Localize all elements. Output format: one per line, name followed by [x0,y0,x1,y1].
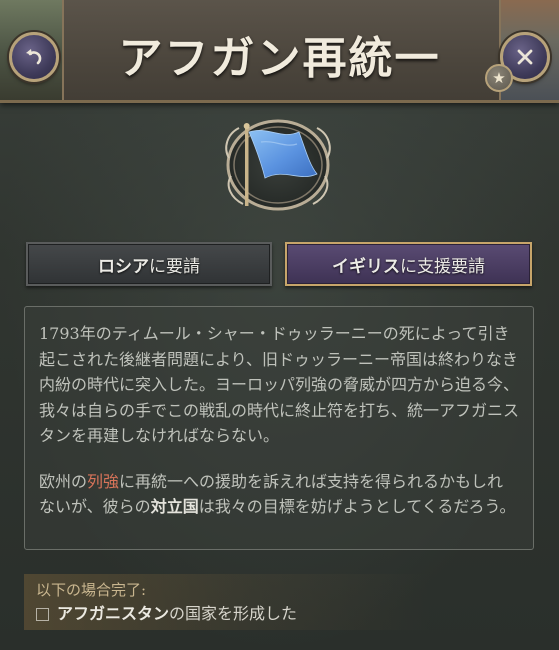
event-panel: アフガン再統一 ★ ロシア に要請 イギリス に支援要請 1793年のティムール… [0,0,559,650]
condition-text: の国家を形成した [169,604,298,623]
description-paragraph-1: 1793年のティムール・シャー・ドゥッラーニーの死によって引き起こされた後継者問… [39,324,520,445]
completion-condition: 以下の場合完了: アフガニスタン の国家を形成した [24,574,534,630]
page-title: アフガン再統一 [118,33,441,84]
request-britain-button[interactable]: イギリス に支援要請 [285,242,532,286]
description-paragraph-2: 欧州の列強に再統一への援助を訴えれば支持を得られるかもしれないが、彼らの対立国は… [39,469,519,520]
condition-item: アフガニスタン の国家を形成した [36,604,534,624]
flag-emblem [225,119,331,211]
condition-title: 以下の場合完了: [36,581,147,599]
close-icon [517,49,533,65]
desc-p2-text-1: 欧州の [39,471,88,491]
description-box: 1793年のティムール・シャー・ドゥッラーニーの死によって引き起こされた後継者問… [24,306,534,550]
request-russia-button[interactable]: ロシア に要請 [26,242,272,286]
britain-label: イギリス [332,256,400,277]
russia-label: ロシア [98,256,149,277]
rivals-link[interactable]: 対立国 [151,497,199,516]
back-button[interactable] [9,32,59,82]
condition-checkbox [36,607,49,621]
great-powers-link[interactable]: 列強 [87,472,119,491]
britain-label-suffix: に支援要請 [400,256,485,277]
star-icon: ★ [492,69,506,87]
back-arrow-icon [26,49,42,65]
favorite-star-button[interactable]: ★ [485,64,513,92]
russia-label-suffix: に要請 [149,256,200,277]
desc-p2-text-3: は我々の目標を妨げようとしてくるだろう。 [198,497,516,516]
condition-country: アフガニスタン [57,604,170,623]
